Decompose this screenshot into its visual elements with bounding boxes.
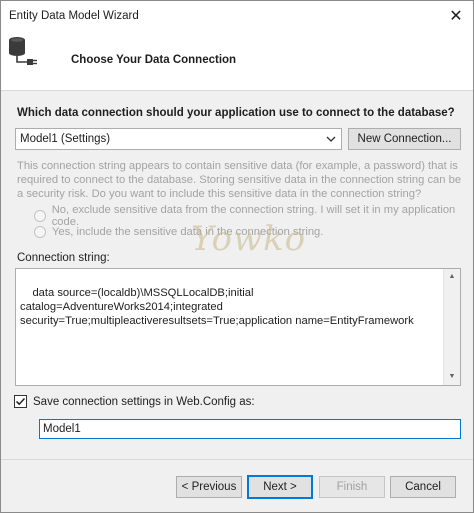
close-button[interactable]: ✕ <box>439 1 473 31</box>
next-button[interactable]: Next > <box>247 475 313 499</box>
scroll-down-icon[interactable]: ▼ <box>444 369 460 385</box>
title-bar: Entity Data Model Wizard ✕ <box>1 1 473 31</box>
radio-button[interactable] <box>34 226 46 238</box>
checkmark-icon <box>15 397 26 406</box>
radio-include-label: Yes, include the sensitive data in the c… <box>52 226 324 238</box>
save-settings-row[interactable]: Save connection settings in Web.Config a… <box>14 395 255 408</box>
connection-string-label: Connection string: <box>17 252 110 264</box>
save-settings-checkbox[interactable] <box>14 395 27 408</box>
config-name-input[interactable] <box>39 419 461 439</box>
connection-dropdown[interactable]: Model1 (Settings) <box>15 128 342 150</box>
connection-question: Which data connection should your applic… <box>17 107 455 119</box>
new-connection-button[interactable]: New Connection... <box>348 128 461 150</box>
chevron-down-icon <box>326 136 336 142</box>
save-settings-label: Save connection settings in Web.Config a… <box>33 395 255 408</box>
connection-string-text: data source=(localdb)\MSSQLLocalDB;initi… <box>20 287 414 327</box>
wizard-window: Entity Data Model Wizard ✕ Choose Your D… <box>0 0 474 513</box>
radio-exclude-sensitive[interactable]: No, exclude sensitive data from the conn… <box>34 204 473 228</box>
finish-button[interactable]: Finish <box>319 476 385 498</box>
connection-string-textarea[interactable]: data source=(localdb)\MSSQLLocalDB;initi… <box>15 268 461 386</box>
vertical-scrollbar[interactable]: ▲ ▼ <box>443 269 460 385</box>
footer-divider <box>1 459 473 460</box>
window-title: Entity Data Model Wizard <box>9 10 139 22</box>
page-title: Choose Your Data Connection <box>71 54 237 66</box>
radio-exclude-label: No, exclude sensitive data from the conn… <box>51 204 456 228</box>
radio-include-sensitive[interactable]: Yes, include the sensitive data in the c… <box>34 226 323 238</box>
scroll-up-icon[interactable]: ▲ <box>444 269 460 285</box>
database-plug-icon <box>9 37 37 65</box>
wizard-header: Choose Your Data Connection <box>1 31 473 91</box>
connection-dropdown-value: Model1 (Settings) <box>20 133 111 145</box>
radio-button[interactable] <box>34 210 46 222</box>
sensitive-data-warning: This connection string appears to contai… <box>17 160 462 200</box>
previous-button[interactable]: < Previous <box>176 476 242 498</box>
cancel-button[interactable]: Cancel <box>390 476 456 498</box>
